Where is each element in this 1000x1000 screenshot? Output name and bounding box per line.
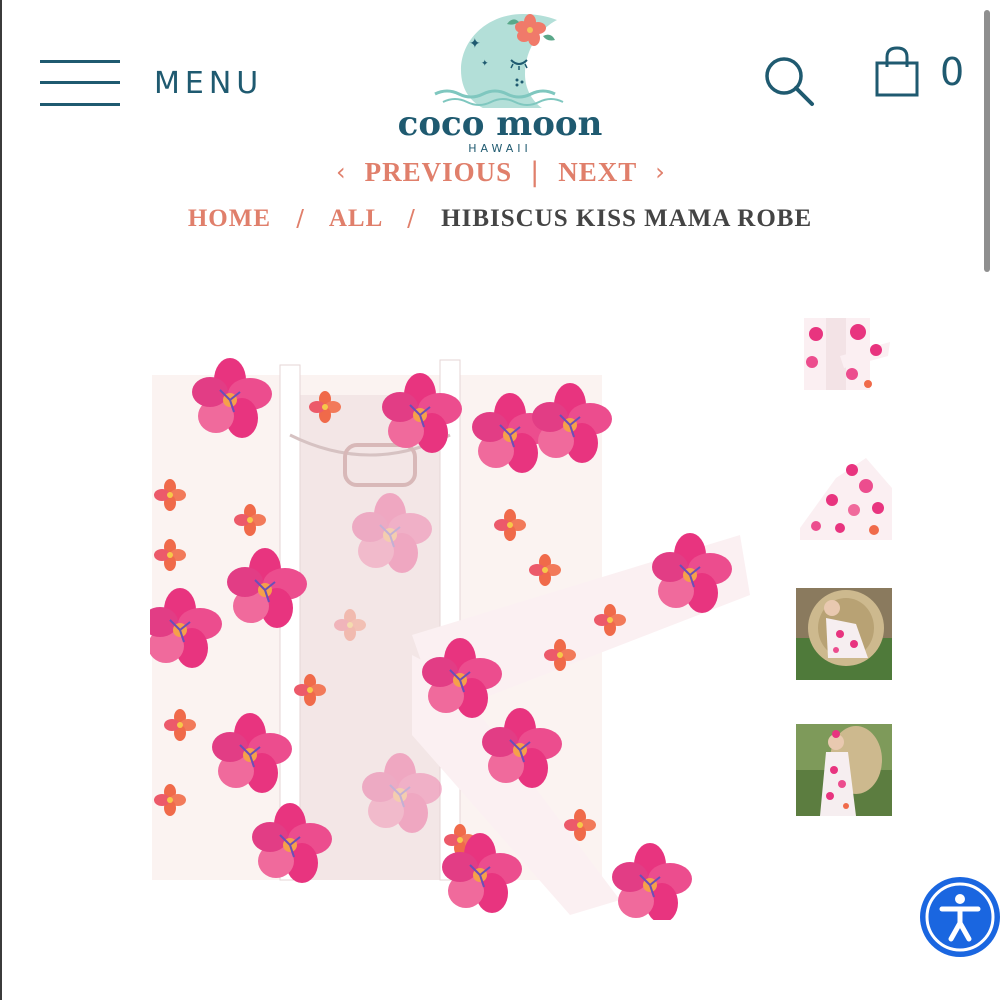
breadcrumb-all[interactable]: ALL — [329, 205, 382, 232]
thumbnail-image — [796, 588, 892, 680]
accessibility-icon — [925, 882, 995, 952]
shopping-bag-icon — [875, 46, 919, 97]
search-button[interactable] — [760, 52, 818, 110]
moon-logo-icon: ✦ ✦ — [434, 14, 564, 110]
search-icon — [765, 57, 814, 106]
previous-link[interactable]: PREVIOUS — [365, 157, 513, 188]
site-logo[interactable]: ✦ ✦ coco moon HAWAII — [395, 8, 605, 155]
thumbnail-image — [796, 312, 892, 404]
viewport-edge — [0, 0, 2, 1000]
product-main-image[interactable] — [141, 355, 760, 924]
breadcrumb-separator: / — [296, 206, 305, 232]
robe-image — [141, 357, 750, 924]
chevron-right-icon: › — [655, 158, 666, 186]
svg-text:✦: ✦ — [481, 59, 489, 69]
thumbnail-image — [796, 724, 892, 816]
menu-label: MENU — [154, 65, 264, 101]
breadcrumb-current: HIBISCUS KISS MAMA ROBE — [441, 205, 813, 232]
cart-count[interactable]: 0 — [940, 50, 964, 94]
breadcrumb-separator: / — [407, 206, 416, 232]
pager-separator: | — [530, 156, 541, 188]
breadcrumb: HOME / ALL / HIBISCUS KISS MAMA ROBE — [0, 205, 1000, 233]
menu-icon — [40, 57, 120, 109]
next-link[interactable]: NEXT — [558, 157, 637, 188]
svg-text:✦: ✦ — [469, 36, 481, 52]
breadcrumb-home[interactable]: HOME — [188, 205, 271, 232]
thumbnail-image — [796, 448, 892, 540]
cart-button[interactable] — [872, 45, 922, 100]
product-thumbnail[interactable] — [796, 588, 892, 680]
product-thumbnail[interactable] — [796, 312, 892, 404]
product-pager: ‹ PREVIOUS | NEXT › — [336, 150, 666, 194]
product-thumbnail[interactable] — [796, 448, 892, 540]
product-thumbnail[interactable] — [796, 724, 892, 816]
chevron-left-icon: ‹ — [336, 158, 347, 186]
logo-wordmark: coco moon — [397, 104, 603, 144]
menu-button[interactable]: MENU — [40, 55, 263, 111]
accessibility-button[interactable] — [920, 877, 1000, 957]
